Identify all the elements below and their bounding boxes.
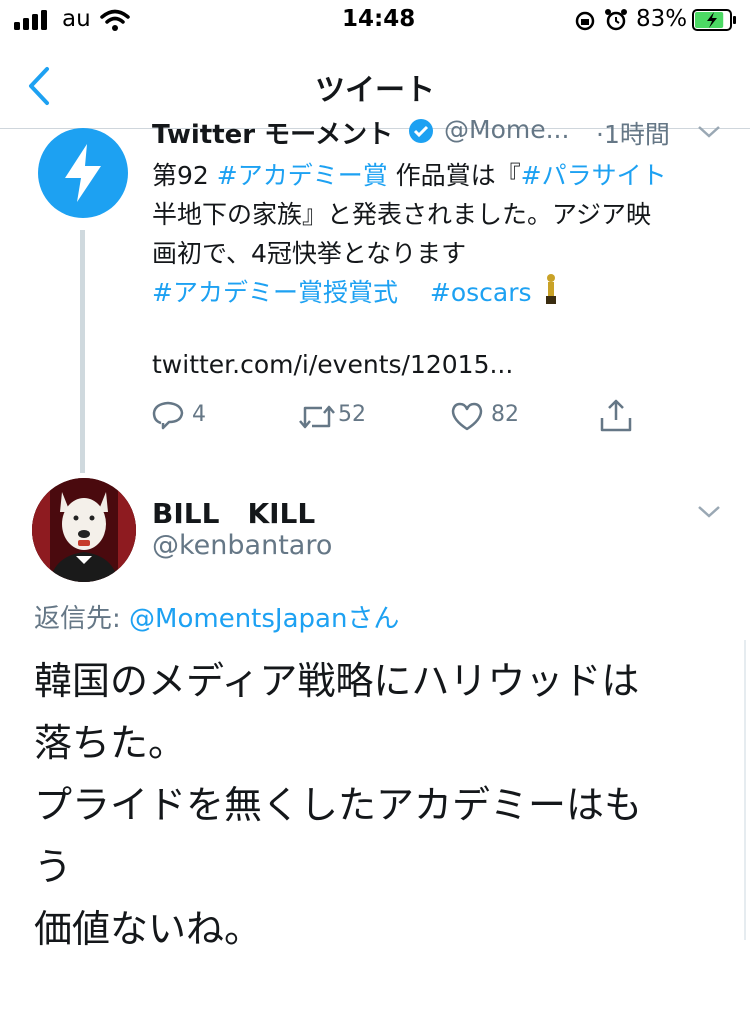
dog-avatar-icon bbox=[32, 478, 136, 582]
reply-icon bbox=[152, 401, 184, 430]
hashtag-academy-award[interactable]: #アカデミー賞 bbox=[217, 161, 388, 190]
like-count: 82 bbox=[491, 402, 519, 427]
chevron-down-icon[interactable] bbox=[696, 504, 722, 520]
hashtag-awards-ceremony[interactable]: #アカデミー賞授賞式 bbox=[152, 278, 398, 307]
reply-count: 4 bbox=[192, 402, 206, 427]
parent-handle[interactable]: @Mome... bbox=[444, 115, 569, 144]
share-button[interactable] bbox=[598, 398, 634, 434]
lightning-icon bbox=[65, 144, 101, 202]
parent-text: 作品賞は『 bbox=[387, 161, 521, 190]
replying-to-label: 返信先: bbox=[34, 604, 130, 634]
replying-to: 返信先: @MomentsJapanさん bbox=[34, 598, 399, 635]
parent-tweet-header: Twitter モーメント @Mome... ·1時間 bbox=[152, 114, 750, 150]
retweet-count: 52 bbox=[338, 402, 366, 427]
reply-text-line-3: プライドを無くしたアカデミーはも bbox=[34, 783, 643, 827]
carrier-label: au bbox=[62, 6, 91, 32]
share-icon bbox=[600, 399, 632, 432]
event-link[interactable]: twitter.com/i/events/12015... bbox=[152, 350, 513, 379]
scroll-indicator bbox=[744, 640, 746, 940]
trophy-icon bbox=[545, 274, 556, 304]
reply-text-line-1: 韓国のメディア戦略にハリウッドは bbox=[34, 659, 640, 703]
wifi-icon bbox=[100, 9, 130, 31]
reply-handle[interactable]: @kenbantaro bbox=[152, 530, 332, 561]
retweet-icon bbox=[299, 405, 335, 429]
battery-percent: 83% bbox=[636, 6, 688, 32]
parent-text: 第92 bbox=[152, 161, 217, 190]
heart-icon bbox=[451, 402, 483, 431]
hashtag-oscars[interactable]: #oscars bbox=[430, 278, 532, 307]
parent-text-line-4: #アカデミー賞授賞式 #oscars bbox=[152, 273, 558, 309]
thread-connector bbox=[80, 230, 85, 473]
parent-text-line-2: 半地下の家族』と発表されました。アジア映 bbox=[152, 200, 652, 229]
parent-text-line-3: 画初で、4冠快挙となります bbox=[152, 239, 467, 268]
reply-button[interactable]: 4 bbox=[152, 398, 272, 434]
replying-to-user-link[interactable]: @MomentsJapanさん bbox=[129, 604, 399, 634]
reply-author-name[interactable]: BILL KILL bbox=[152, 492, 315, 532]
reply-text-line-4: う bbox=[34, 845, 73, 889]
hashtag-parasite[interactable]: #パラサイト bbox=[521, 161, 667, 190]
verified-badge-icon bbox=[409, 119, 433, 143]
retweet-button[interactable]: 52 bbox=[298, 398, 418, 434]
battery-icon bbox=[692, 9, 736, 31]
chevron-down-icon[interactable] bbox=[696, 124, 722, 140]
orientation-lock-icon bbox=[575, 11, 595, 31]
page-title: ツイート bbox=[315, 73, 435, 108]
clock: 14:48 bbox=[342, 6, 416, 32]
status-bar: au 14:48 83% bbox=[0, 0, 750, 44]
like-button[interactable]: 82 bbox=[451, 398, 571, 434]
reply-text-line-5: 価値ないね。 bbox=[34, 907, 263, 951]
signal-icon bbox=[14, 10, 47, 30]
moments-avatar[interactable] bbox=[38, 128, 128, 218]
parent-author-name[interactable]: Twitter モーメント bbox=[152, 114, 393, 150]
parent-timestamp: ·1時間 bbox=[596, 120, 670, 149]
alarm-icon bbox=[605, 9, 627, 31]
avatar[interactable] bbox=[32, 478, 136, 582]
parent-text-line-1: 第92 #アカデミー賞 作品賞は『#パラサイト bbox=[152, 156, 667, 192]
reply-text-line-2: 落ちた。 bbox=[34, 721, 187, 765]
